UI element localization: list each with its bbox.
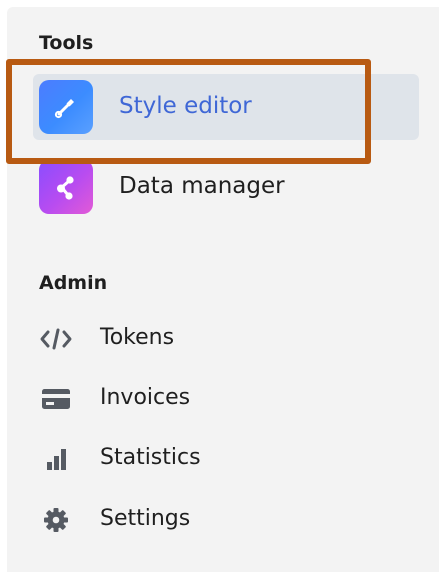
gear-icon: [39, 506, 73, 534]
menu-item-label: Tokens: [100, 325, 175, 350]
code-icon: [39, 325, 73, 353]
menu-item-settings[interactable]: Settings: [33, 496, 419, 544]
menu-item-label: Style editor: [119, 93, 252, 119]
menu-item-label: Data manager: [119, 173, 285, 199]
menu-item-label: Statistics: [100, 445, 201, 470]
menu-item-tokens[interactable]: Tokens: [33, 315, 419, 363]
menu-item-statistics[interactable]: Statistics: [33, 435, 419, 483]
credit-card-icon: [39, 385, 73, 413]
bar-chart-icon: [39, 445, 73, 473]
menu-item-data-manager[interactable]: Data manager: [33, 154, 419, 220]
menu-item-label: Invoices: [100, 385, 191, 410]
admin-section-title: Admin: [39, 272, 108, 294]
tools-section-title: Tools: [39, 32, 94, 54]
menu-item-label: Settings: [100, 506, 191, 531]
menu-item-invoices[interactable]: Invoices: [33, 375, 419, 423]
menu-item-style-editor[interactable]: Style editor: [33, 74, 419, 140]
share-nodes-icon: [39, 160, 93, 214]
brush-icon: [39, 80, 93, 134]
